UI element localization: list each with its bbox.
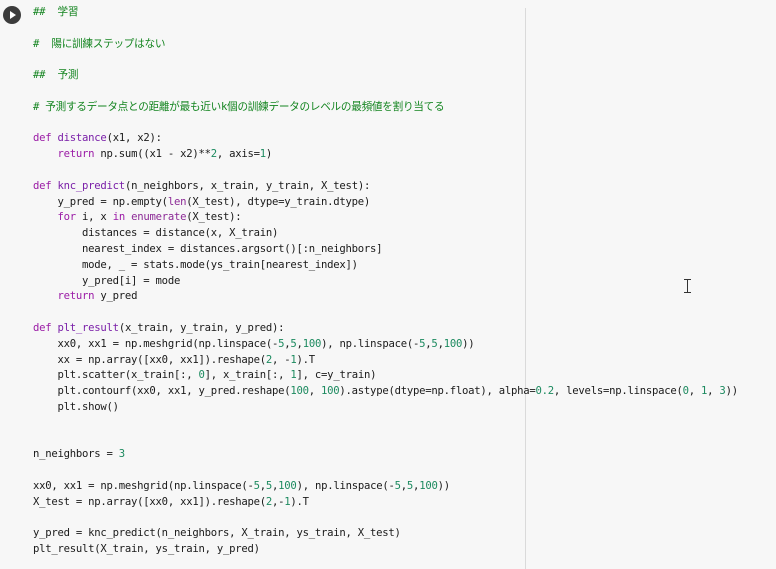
code-line: def distance(x1, x2): bbox=[33, 132, 162, 145]
code-line: ## 予測 bbox=[33, 69, 79, 82]
code-line: plt.contourf(xx0, xx1, y_pred.reshape(10… bbox=[33, 385, 739, 398]
code-line: y_pred = knc_predict(n_neighbors, X_trai… bbox=[33, 527, 401, 540]
code-line: ## 学習 bbox=[33, 6, 79, 18]
code-line: distances = distance(x, X_train) bbox=[33, 227, 279, 240]
code-line: X_test = np.array([xx0, xx1]).reshape(2,… bbox=[33, 495, 309, 508]
code-line: nearest_index = distances.argsort()[:n_n… bbox=[33, 242, 383, 255]
code-line: for i, x in enumerate(X_test): bbox=[57, 211, 242, 224]
code-line: def knc_predict(n_neighbors, x_train, y_… bbox=[33, 179, 371, 192]
code-cell[interactable]: ## 学習 # 陽に訓練ステップはない ## 予測 # 予測するデータ点との距離… bbox=[0, 0, 776, 569]
code-line: y_pred[i] = mode bbox=[33, 274, 181, 287]
code-line: plt_result(X_train, ys_train, y_pred) bbox=[33, 543, 260, 556]
code-line: # 陽に訓練ステップはない bbox=[33, 37, 166, 50]
code-line: xx = np.array([xx0, xx1]).reshape(2, -1)… bbox=[33, 353, 316, 366]
code-line: # 予測するデータ点との距離が最も近いk個の訓練データのレベルの最頻値を割り当て… bbox=[33, 100, 445, 113]
run-cell-button[interactable] bbox=[3, 6, 21, 24]
code-line: plt.scatter(x_train[:, 0], x_train[:, 1]… bbox=[33, 369, 377, 382]
code-line: return y_pred bbox=[57, 290, 138, 303]
code-lines: ## 学習 # 陽に訓練ステップはない ## 予測 # 予測するデータ点との距離… bbox=[33, 5, 738, 558]
code-line: def plt_result(x_train, y_train, y_pred)… bbox=[33, 321, 285, 334]
code-line: xx0, xx1 = np.meshgrid(np.linspace(-5,5,… bbox=[33, 337, 475, 350]
code-line: plt.show() bbox=[33, 400, 120, 413]
text-cursor-icon bbox=[684, 279, 692, 293]
cell-gutter bbox=[0, 0, 26, 569]
code-line: mode, _ = stats.mode(ys_train[nearest_in… bbox=[33, 258, 358, 271]
code-line: y_pred = np.empty(len(X_test), dtype=y_t… bbox=[33, 195, 371, 208]
code-line: return np.sum((x1 - x2)**2, axis=1) bbox=[57, 148, 273, 161]
code-line: n_neighbors = 3 bbox=[33, 448, 125, 461]
play-icon bbox=[10, 11, 16, 19]
code-line: xx0, xx1 = np.meshgrid(np.linspace(-5,5,… bbox=[33, 479, 450, 492]
code-editor[interactable]: ## 学習 # 陽に訓練ステップはない ## 予測 # 予測するデータ点との距離… bbox=[26, 0, 776, 569]
